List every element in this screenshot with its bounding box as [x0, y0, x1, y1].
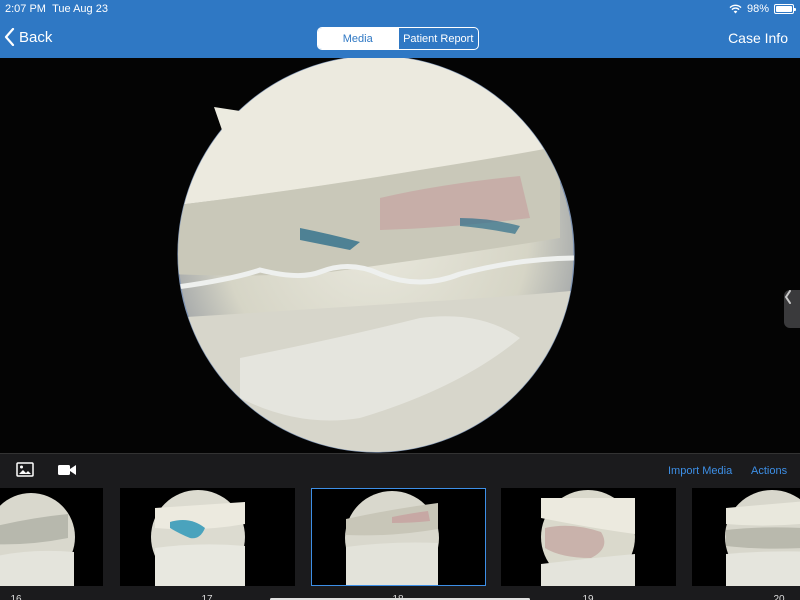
chevron-left-icon: [4, 28, 15, 46]
battery-percent: 98%: [746, 3, 769, 15]
collapse-panel-handle[interactable]: [784, 290, 800, 328]
video-filter-button[interactable]: [58, 463, 76, 481]
thumbnail-image: [0, 493, 75, 586]
status-right: 98%: [729, 3, 796, 15]
thumbnail-label-16: 16: [10, 594, 22, 600]
case-info-button[interactable]: Case Info: [728, 30, 788, 46]
status-bar: 2:07 PM Tue Aug 23 98%: [0, 0, 800, 20]
battery-fill: [776, 6, 792, 12]
thumbnail-label-19: 19: [582, 594, 594, 600]
media-viewer[interactable]: [0, 58, 800, 453]
photo-filter-button[interactable]: [16, 462, 34, 482]
thumbnail-image: [345, 491, 439, 585]
thumbnail-label-20: 20: [773, 594, 785, 600]
status-time: 2:07 PM Tue Aug 23: [5, 3, 108, 15]
segment-patient-report[interactable]: Patient Report: [397, 28, 479, 49]
photo-icon: [16, 462, 34, 477]
back-label: Back: [19, 28, 53, 46]
back-button[interactable]: Back: [4, 28, 52, 46]
video-camera-icon: [58, 465, 76, 475]
thumbnail-image: [541, 490, 635, 586]
thumbnail-image: [725, 490, 800, 586]
media-toolbar: Import Media Actions: [0, 454, 800, 486]
wifi-icon: [729, 4, 742, 14]
thumbnail-17[interactable]: [120, 488, 295, 586]
nav-bar: Back Media Patient Report Case Info: [0, 22, 800, 56]
media-panel: Import Media Actions 16 17 18 19 20: [0, 453, 800, 600]
date-text: Tue Aug 23: [52, 3, 108, 15]
arthroscopy-image: [177, 58, 575, 453]
thumbnail-image: [151, 490, 245, 586]
thumbnail-strip[interactable]: 16 17 18 19 20: [0, 487, 800, 600]
segmented-control: Media Patient Report: [317, 27, 479, 50]
thumbnail-19[interactable]: [501, 488, 676, 586]
import-media-button[interactable]: Import Media: [668, 465, 732, 477]
thumbnail-16[interactable]: [0, 488, 103, 586]
thumbnail-20[interactable]: [692, 488, 800, 586]
actions-button[interactable]: Actions: [751, 465, 787, 477]
thumbnail-label-17: 17: [201, 594, 213, 600]
time-text: 2:07 PM: [5, 3, 46, 15]
chevron-left-icon: [784, 290, 791, 304]
top-bar: 2:07 PM Tue Aug 23 98% Back Media Patien…: [0, 0, 800, 58]
thumbnail-18[interactable]: [311, 488, 486, 586]
segment-media[interactable]: Media: [318, 28, 398, 49]
battery-icon: [774, 4, 796, 14]
